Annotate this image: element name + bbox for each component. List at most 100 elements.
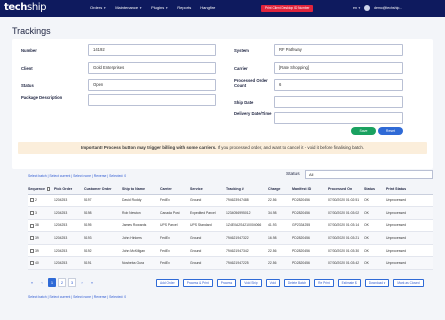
- cell-tracking[interactable]: 794621947322: [226, 231, 268, 245]
- user-avatar-icon[interactable]: [364, 5, 370, 11]
- process-print-button[interactable]: Process & Print: [182, 279, 213, 287]
- table-row[interactable]: 2 1204253 5197 David Ruddy FedEx Ground …: [28, 194, 433, 208]
- mark-as-closed-button[interactable]: Mark as Closed: [393, 279, 424, 287]
- row-checkbox[interactable]: [30, 210, 34, 215]
- page-2-button[interactable]: 2: [58, 278, 66, 287]
- system-field[interactable]: RF Pathway: [274, 44, 403, 56]
- cell-tracking[interactable]: 794621947342: [226, 244, 268, 258]
- row-checkbox[interactable]: [30, 236, 34, 241]
- carrier-field[interactable]: [Rate Shopping]: [274, 62, 403, 74]
- ship-date-field[interactable]: [274, 96, 403, 108]
- cell-ship-to-name: David Ruddy: [122, 194, 160, 208]
- delivery-date-label: Delivery Date/Time: [234, 111, 272, 116]
- warning-text: If you processed order, and want to canc…: [216, 145, 365, 150]
- cell-tracking[interactable]: 794621947225: [226, 256, 268, 271]
- status-field[interactable]: Open: [88, 79, 216, 91]
- add-order-button[interactable]: Add Order: [156, 279, 179, 287]
- cell-tracking[interactable]: 1Z4E0A2S4210004066: [226, 219, 268, 233]
- col-carrier[interactable]: Carrier: [160, 184, 190, 195]
- delete-batch-button[interactable]: Delete Batch: [283, 279, 311, 287]
- cell-charge: 22.56: [268, 244, 292, 258]
- row-checkbox[interactable]: [30, 223, 34, 228]
- cell-processed-on: 07/30/2020 01:03:02: [328, 206, 364, 220]
- void-button[interactable]: Void: [265, 279, 280, 287]
- cell-processed-on: 07/30/2020 01:02:51: [328, 194, 364, 208]
- cell-pick-order: 1204253: [54, 206, 84, 220]
- client-label: Client: [21, 66, 33, 71]
- cell-print-status: Unprocessed: [386, 256, 433, 271]
- col-charge[interactable]: Charge: [268, 184, 292, 195]
- client-field[interactable]: Gold Enterprises: [88, 62, 216, 74]
- selection-links[interactable]: Select batch | Select current | Select n…: [28, 174, 126, 178]
- void-ship-button[interactable]: Void Ship: [240, 279, 262, 287]
- cell-ship-to-name: Nosheba Gura: [122, 256, 160, 271]
- billing-warning: Important! Process button may trigger bi…: [18, 142, 427, 154]
- row-checkbox[interactable]: [30, 198, 34, 203]
- col-print-status[interactable]: Print Status: [386, 184, 433, 195]
- processed-order-count-field[interactable]: 6: [274, 79, 403, 91]
- language-selector[interactable]: en ▼: [353, 6, 361, 10]
- cell-ship-to-name: John Hinkers: [122, 231, 160, 245]
- nav-reports[interactable]: Reports: [177, 5, 191, 10]
- col-tracking[interactable]: Tracking #: [226, 184, 268, 195]
- cell-customer-order: 5193: [84, 231, 122, 245]
- row-checkbox[interactable]: [30, 248, 34, 253]
- cell-tracking[interactable]: 1234056995012: [226, 206, 268, 220]
- prev-page-button[interactable]: ‹: [38, 278, 46, 287]
- cell-ship-to-name: John McKillgan: [122, 244, 160, 258]
- cell-sequence: 40: [28, 256, 54, 271]
- user-menu[interactable]: demo@techship...: [374, 6, 402, 10]
- page-1-button[interactable]: 1: [48, 278, 56, 287]
- estimate-button[interactable]: Estimate $: [337, 279, 361, 287]
- table-row[interactable]: 39 1204253 5192 John McKillgan FedEx Gro…: [28, 244, 433, 258]
- cell-customer-order: 5192: [84, 244, 122, 258]
- table-row[interactable]: 38 1204253 5195 James Rowards UPS Parcel…: [28, 219, 433, 233]
- cell-print-status: Unprocessed: [386, 219, 433, 233]
- cell-pick-order: 1204253: [54, 194, 84, 208]
- package-description-field[interactable]: [88, 94, 216, 106]
- page-3-button[interactable]: 3: [68, 278, 76, 287]
- table-row[interactable]: 39 1204253 5193 John Hinkers FedEx Groun…: [28, 231, 433, 245]
- col-processed-on[interactable]: Processed On: [328, 184, 364, 195]
- col-customer-order[interactable]: Customer Order: [84, 184, 122, 195]
- reset-button[interactable]: Reset: [378, 127, 403, 135]
- techship-logo[interactable]: techship: [4, 2, 46, 13]
- col-manifest-id[interactable]: Manifest ID: [292, 184, 328, 195]
- bottom-selection-links[interactable]: Select batch | Select current | Select n…: [28, 295, 126, 299]
- row-checkbox[interactable]: [30, 261, 34, 266]
- col-ship-to-name[interactable]: Ship to Name: [122, 184, 160, 195]
- table-row[interactable]: 40 1204253 5191 Nosheba Gura FedEx Groun…: [28, 256, 433, 271]
- cell-sequence: 3: [28, 206, 54, 220]
- save-button[interactable]: Save: [351, 127, 376, 135]
- cell-tracking[interactable]: 794623947488: [226, 194, 268, 208]
- cell-status: OK: [364, 219, 386, 233]
- table-row[interactable]: 3 1204253 5198 Rob Newton Canada Post Ex…: [28, 206, 433, 220]
- number-field[interactable]: 14192: [88, 44, 216, 56]
- nav-hangfire[interactable]: Hangfire: [200, 5, 215, 10]
- process-button[interactable]: Process: [216, 279, 237, 287]
- col-service[interactable]: Service: [190, 184, 226, 195]
- nav-plugins[interactable]: Plugins ▼: [151, 5, 168, 10]
- next-page-button[interactable]: ›: [78, 278, 86, 287]
- cell-carrier: FedEx: [160, 194, 190, 208]
- col-status[interactable]: Status: [364, 184, 386, 195]
- download-button[interactable]: Download ▾: [364, 279, 390, 287]
- system-label: System: [234, 48, 249, 53]
- cell-processed-on: 07/30/2020 01:03:42: [328, 256, 364, 271]
- select-all-checkbox[interactable]: [46, 187, 51, 191]
- last-page-button[interactable]: »: [88, 278, 96, 287]
- status-filter-select[interactable]: All: [305, 170, 433, 179]
- col-pick-order[interactable]: Pick Order: [54, 184, 84, 195]
- nav-maintenance[interactable]: Maintenance ▼: [115, 5, 142, 10]
- col-sequence[interactable]: Sequence: [28, 184, 54, 195]
- cell-status: OK: [364, 256, 386, 271]
- delivery-date-field[interactable]: [274, 112, 403, 124]
- nav-orders[interactable]: Orders ▼: [90, 5, 106, 10]
- print-client-id-button[interactable]: Print Client Desktop ID Number: [261, 5, 314, 12]
- reprint-button[interactable]: Re Print: [314, 279, 334, 287]
- cell-customer-order: 5191: [84, 256, 122, 271]
- page-title: Trackings: [12, 26, 51, 36]
- chevron-down-icon: ▼: [357, 6, 361, 10]
- table-header-row: Sequence Pick Order Customer Order Ship …: [28, 184, 433, 195]
- first-page-button[interactable]: «: [28, 278, 36, 287]
